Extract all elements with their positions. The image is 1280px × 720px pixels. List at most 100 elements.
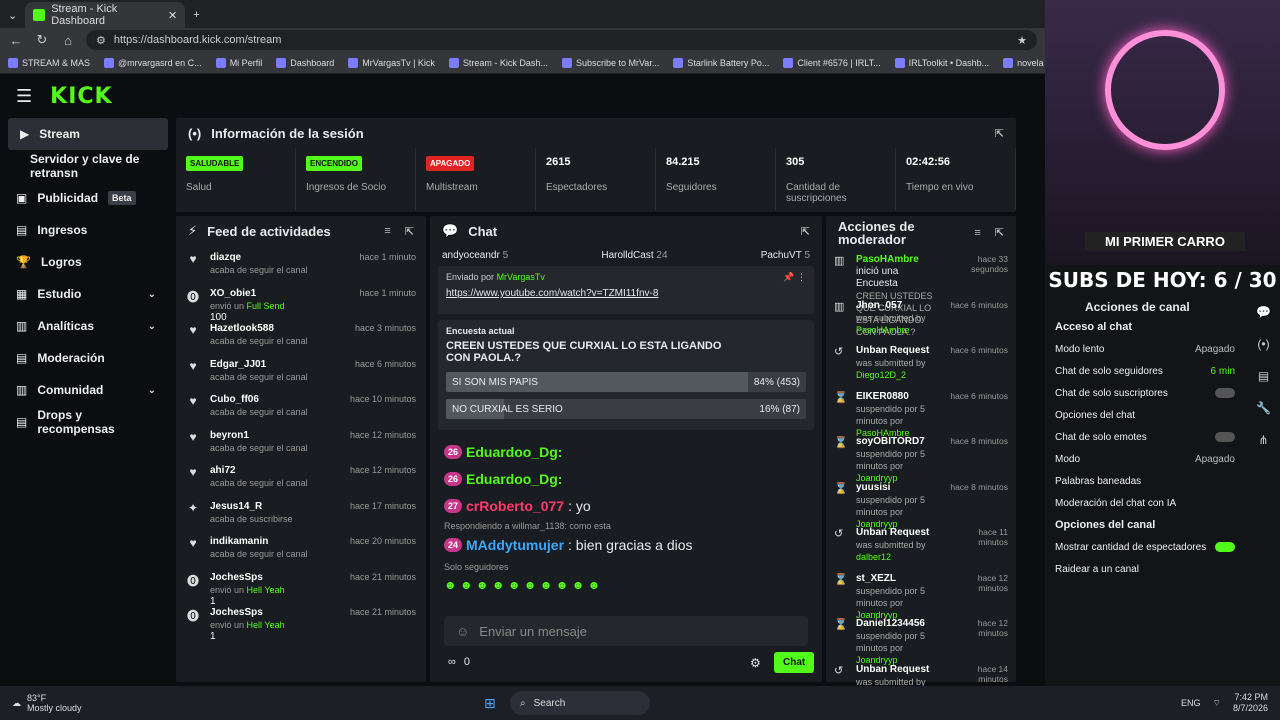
- settings-row[interactable]: Raidear a un canal: [1045, 558, 1245, 580]
- mod-user[interactable]: yuusisi: [856, 482, 890, 493]
- feed-user[interactable]: JochesSps: [210, 572, 340, 584]
- feed-user[interactable]: Jesus14_R: [210, 501, 340, 513]
- bookmark-item[interactable]: Client #6576 | IRLT...: [783, 57, 881, 68]
- feed-user[interactable]: diazqe: [210, 252, 349, 264]
- clock[interactable]: 7:42 PM 8/7/2026: [1233, 692, 1268, 714]
- url-input[interactable]: ⚙ https://dashboard.kick.com/stream ★: [86, 30, 1037, 50]
- settings-row[interactable]: Palabras baneadas: [1045, 470, 1245, 492]
- popout-icon[interactable]: ⇱: [801, 225, 810, 238]
- filter-icon[interactable]: ≡: [384, 225, 390, 238]
- settings-row[interactable]: Opciones del canal: [1045, 514, 1245, 536]
- close-tab-icon[interactable]: ✕: [168, 9, 177, 22]
- taskbar-search[interactable]: ⌕ Search: [510, 691, 650, 715]
- sidebar-item-analíticas[interactable]: ▥ Analíticas ⌄: [0, 310, 172, 342]
- emoji-icon[interactable]: ☺: [456, 624, 469, 639]
- chat-bubble-icon[interactable]: 💬: [1256, 305, 1271, 319]
- popout-icon[interactable]: ⇱: [995, 227, 1004, 240]
- start-icon[interactable]: ⊞: [484, 695, 496, 712]
- tab-menu-button[interactable]: ⌄: [0, 2, 25, 28]
- chat-user[interactable]: Eduardoo_Dg:: [466, 444, 562, 460]
- bookmark-item[interactable]: IRLToolkit • Dashb...: [894, 57, 989, 68]
- bookmark-item[interactable]: Stream - Kick Dash...: [448, 57, 548, 68]
- chat-user[interactable]: MAddytumujer: [466, 537, 564, 553]
- mod-user[interactable]: PasoHAmbre: [856, 254, 919, 265]
- bookmark-item[interactable]: MrVargasTv | Kick: [348, 57, 435, 68]
- toggle-switch[interactable]: [1215, 388, 1235, 398]
- feed-user[interactable]: ahi72: [210, 465, 340, 477]
- bookmark-item[interactable]: STREAM & MAS: [8, 57, 90, 68]
- settings-row[interactable]: Moderación del chat con IA: [1045, 492, 1245, 514]
- popout-icon[interactable]: ⇱: [405, 225, 414, 238]
- feed-user[interactable]: beyron1: [210, 430, 340, 442]
- poll-option[interactable]: NO CURXIAL ES SERIO 16% (87): [446, 399, 806, 419]
- mod-user[interactable]: Unban Request: [856, 527, 929, 538]
- infinity-icon[interactable]: ∞: [448, 656, 456, 668]
- bookmark-item[interactable]: Starlink Battery Po...: [673, 57, 769, 68]
- sidebar-item-comunidad[interactable]: ▥ Comunidad ⌄: [0, 374, 172, 406]
- chat-user[interactable]: Eduardoo_Dg:: [466, 471, 562, 487]
- filter-icon[interactable]: ≡: [974, 227, 980, 240]
- sidebar-item-servidor[interactable]: Servidor y clave de retransn: [0, 150, 172, 182]
- mod-user[interactable]: Daniel1234456: [856, 618, 925, 629]
- lang-indicator[interactable]: ENG: [1181, 698, 1201, 708]
- bookmark-item[interactable]: novela frutas: [1003, 57, 1045, 68]
- feed-user[interactable]: XO_obie1: [210, 288, 349, 300]
- mod-user[interactable]: Unban Request: [856, 345, 929, 356]
- new-tab-button[interactable]: +: [185, 2, 207, 28]
- sidebar-item-logros[interactable]: 🏆 Logros: [0, 246, 172, 278]
- settings-row[interactable]: Acceso al chat: [1045, 316, 1245, 338]
- reload-icon[interactable]: ↻: [34, 32, 50, 48]
- mod-user[interactable]: soyOBITORD7: [856, 436, 925, 447]
- weather-widget[interactable]: ☁ 83°F Mostly cloudy: [12, 693, 132, 713]
- mod-user[interactable]: st_XEZL: [856, 573, 896, 584]
- mod-by[interactable]: dalber12: [856, 552, 891, 562]
- sidebar-item-ingresos[interactable]: ▤ Ingresos: [0, 214, 172, 246]
- mod-by[interactable]: Diego12D_2: [856, 370, 906, 380]
- hamburger-menu-icon[interactable]: ☰: [16, 86, 32, 107]
- sidebar-item-drops[interactable]: ▤ Drops y recompensas: [0, 406, 172, 438]
- toggle-switch[interactable]: [1215, 432, 1235, 442]
- sidebar-item-stream[interactable]: ▶ Stream: [8, 118, 168, 150]
- share-icon[interactable]: ⋔: [1258, 433, 1268, 447]
- home-icon[interactable]: ⌂: [60, 33, 76, 48]
- mod-user[interactable]: Unban Request: [856, 664, 929, 675]
- gifter[interactable]: andyoceandr 5: [442, 250, 508, 261]
- emote-row[interactable]: ☻ ☻ ☻ ☻ ☻ ☻ ☻ ☻ ☻ ☻: [430, 572, 822, 598]
- feed-user[interactable]: Cubo_ff06: [210, 394, 340, 406]
- toggle-switch[interactable]: [1215, 542, 1235, 552]
- settings-row[interactable]: Modo lento Apagado: [1045, 338, 1245, 360]
- settings-row[interactable]: Modo Apagado: [1045, 448, 1245, 470]
- bookmark-item[interactable]: Dashboard: [276, 57, 334, 68]
- chat-input[interactable]: ☺ Enviar un mensaje: [444, 616, 808, 646]
- bookmark-star-icon[interactable]: ★: [1017, 34, 1027, 47]
- mod-by[interactable]: PasoHAmbre: [856, 325, 910, 335]
- feed-user[interactable]: indikamanin: [210, 536, 340, 548]
- popout-icon[interactable]: ⇱: [995, 127, 1004, 140]
- kick-logo[interactable]: KICK: [50, 84, 112, 109]
- feed-user[interactable]: Hazetlook588: [210, 323, 345, 335]
- gifter[interactable]: HarolldCast 24: [601, 250, 667, 261]
- bookmark-item[interactable]: Mi Perfil: [215, 57, 262, 68]
- settings-gear-icon[interactable]: ⚙: [750, 656, 761, 670]
- pinned-user[interactable]: MrVargasTv: [497, 272, 545, 282]
- back-icon[interactable]: ←: [8, 33, 24, 48]
- sidebar-item-moderación[interactable]: ▤ Moderación: [0, 342, 172, 374]
- tab-kick-dashboard[interactable]: Stream - Kick Dashboard ✕: [25, 2, 186, 28]
- gifter[interactable]: PachuVT 5: [761, 250, 810, 261]
- settings-row[interactable]: Chat de solo seguidores 6 min: [1045, 360, 1245, 382]
- feed-user[interactable]: JochesSps: [210, 607, 340, 619]
- broadcast-icon[interactable]: (•): [1257, 337, 1269, 351]
- settings-row[interactable]: Chat de solo emotes: [1045, 426, 1245, 448]
- settings-row[interactable]: Chat de solo suscriptores: [1045, 382, 1245, 404]
- mod-user[interactable]: EIKER0880: [856, 391, 909, 402]
- dashboard-icon[interactable]: ▤: [1258, 369, 1269, 383]
- poll-option[interactable]: SI SON MIS PAPIS 84% (453): [446, 372, 806, 392]
- pin-icon[interactable]: 📌 ⋮: [783, 272, 806, 283]
- chat-user[interactable]: crRoberto_077: [466, 498, 564, 514]
- site-info-icon[interactable]: ⚙: [96, 34, 106, 47]
- wifi-icon[interactable]: ⌔: [1212, 698, 1220, 709]
- settings-row[interactable]: Opciones del chat: [1045, 404, 1245, 426]
- send-chat-button[interactable]: Chat: [774, 652, 815, 673]
- wrench-icon[interactable]: 🔧: [1256, 401, 1271, 415]
- bookmark-item[interactable]: @mrvargasrd en C...: [104, 57, 202, 68]
